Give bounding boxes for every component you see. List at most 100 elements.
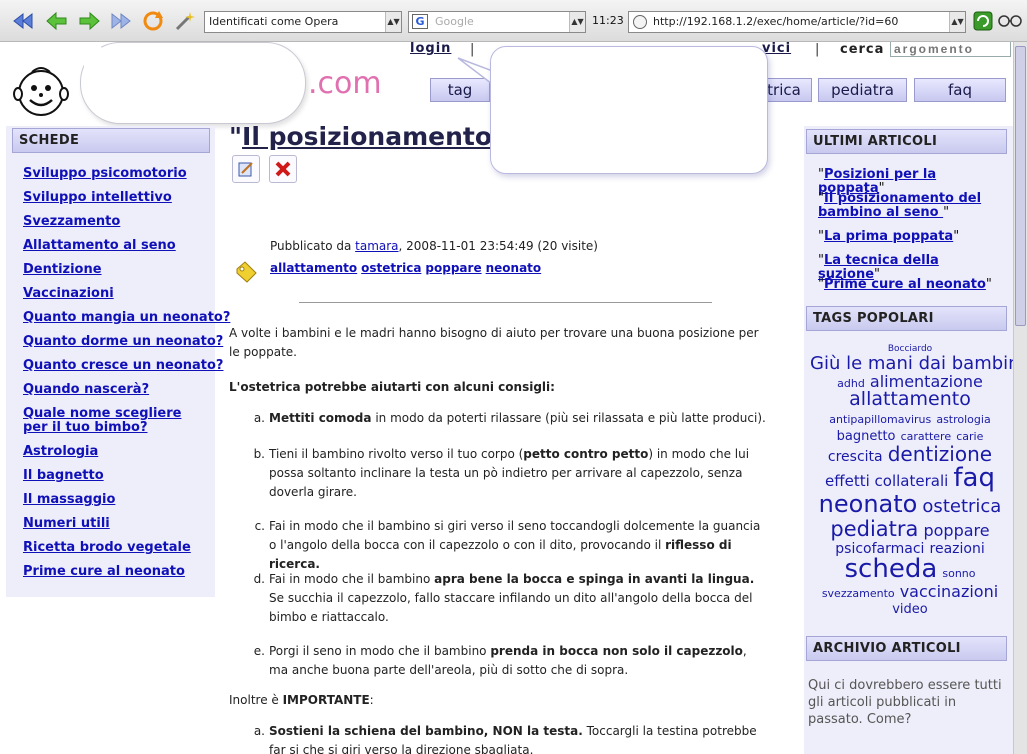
- tag-link[interactable]: poppare: [425, 261, 481, 275]
- identify-as-select[interactable]: Identificati come Opera ▲▼: [204, 11, 402, 33]
- globe-icon: [633, 15, 647, 29]
- search-input[interactable]: [890, 42, 1011, 57]
- tag-cloud-link[interactable]: effetti collaterali: [825, 472, 948, 490]
- tag-cloud-link[interactable]: pediatra: [830, 517, 918, 541]
- sidebar-item[interactable]: Quanto cresce un neonato?: [23, 359, 223, 373]
- search-engine-field[interactable]: G Google ▲▼: [408, 11, 586, 33]
- list-text: Porgi il seno in modo che il bambino pre…: [269, 642, 769, 680]
- tag-cloud-link[interactable]: poppare: [923, 521, 989, 540]
- logo-face-icon[interactable]: [10, 62, 72, 122]
- sidebar-item[interactable]: Sviluppo psicomotorio: [23, 167, 187, 181]
- sidebar-item[interactable]: Il massaggio: [23, 493, 115, 507]
- sidebar-item[interactable]: Allattamento al seno: [23, 239, 176, 253]
- tag-cloud-link[interactable]: video: [892, 602, 928, 617]
- login-link[interactable]: login: [410, 42, 451, 56]
- list-marker: c.: [254, 519, 265, 533]
- glasses-icon[interactable]: [996, 9, 1024, 33]
- list-text: Fai in modo che il bambino apra bene la …: [269, 570, 769, 627]
- rewind-icon[interactable]: [10, 9, 36, 33]
- sidebar-item[interactable]: Quanto mangia un neonato?: [23, 311, 230, 325]
- article-title: "Il posizionamento d: [229, 122, 519, 151]
- list-marker: e.: [253, 644, 265, 658]
- latest-item: "Prime cure al neonato": [818, 277, 992, 292]
- sidebar-item[interactable]: Svezzamento: [23, 215, 120, 229]
- tag-cloud-link[interactable]: bagnetto: [837, 429, 896, 444]
- list-marker: a.: [253, 411, 265, 425]
- tag-cloud-link[interactable]: scheda: [845, 554, 938, 584]
- list-plain: Fai in modo che il bambino: [269, 572, 435, 586]
- published-suffix: , 2008-11-01 23:54:49 (20 visite): [398, 239, 598, 253]
- address-url: http://192.168.1.2/exec/home/article/?id…: [653, 15, 899, 28]
- tag-cloud-link[interactable]: Giù le mani dai bambini: [810, 353, 1013, 374]
- chevron-down-icon[interactable]: ▲▼: [569, 12, 585, 32]
- edit-button[interactable]: [232, 155, 260, 183]
- sidebar-item[interactable]: Ricetta brodo vegetale: [23, 541, 191, 555]
- tag-link[interactable]: allattamento: [270, 261, 357, 275]
- tag-cloud-link[interactable]: ostetrica: [922, 496, 1001, 517]
- author-link[interactable]: tamara: [355, 239, 398, 253]
- sidebar-item[interactable]: Quando nascerà?: [23, 383, 149, 397]
- delete-icon: [275, 161, 291, 177]
- tab-label: faq: [948, 81, 972, 99]
- tag-cloud-link[interactable]: crescita: [828, 449, 883, 465]
- sidebar-item[interactable]: Astrologia: [23, 445, 98, 459]
- tag-link[interactable]: ostetrica: [361, 261, 421, 275]
- delete-button[interactable]: [269, 155, 297, 183]
- forward-icon[interactable]: [76, 9, 102, 33]
- fast-forward-icon[interactable]: [108, 9, 134, 33]
- important-suffix: :: [369, 693, 374, 707]
- latest-link[interactable]: La prima poppata: [824, 229, 953, 244]
- edit-icon: [238, 162, 253, 177]
- sidebar-item[interactable]: Quale nome scegliere per il tuo bimbo?: [23, 407, 209, 435]
- sidebar-item[interactable]: Quanto dorme un neonato?: [23, 335, 223, 349]
- list-bold: prenda in bocca non solo il capezzolo: [490, 644, 743, 658]
- tag-cloud-link[interactable]: astrologia: [936, 413, 990, 426]
- identify-as-value: Identificati come Opera: [209, 15, 339, 28]
- top-nav-partial: vici: [762, 42, 791, 56]
- scrollbar[interactable]: [1013, 42, 1027, 754]
- wand-icon[interactable]: [172, 9, 198, 33]
- services-link[interactable]: vici: [762, 42, 791, 56]
- sidebar-item[interactable]: Il bagnetto: [23, 469, 104, 483]
- tag-cloud-link[interactable]: faq: [953, 463, 995, 493]
- latest-link[interactable]: Il posizionamento del bambino al seno: [818, 191, 981, 220]
- tag-link[interactable]: neonato: [486, 261, 542, 275]
- sidebar-item[interactable]: Numeri utili: [23, 517, 110, 531]
- tag-cloud-link[interactable]: svezzamento: [822, 587, 895, 600]
- latest-link[interactable]: Prime cure al neonato: [824, 277, 986, 292]
- sidebar-item[interactable]: Dentizione: [23, 263, 102, 277]
- back-icon[interactable]: [44, 9, 70, 33]
- address-bar[interactable]: http://192.168.1.2/exec/home/article/?id…: [628, 11, 966, 33]
- sidebar-item[interactable]: Vaccinazioni: [23, 287, 114, 301]
- list-bold: apra bene la bocca e spinga in avanti la…: [434, 572, 755, 586]
- scrollbar-thumb[interactable]: [1015, 46, 1026, 326]
- divider: [299, 302, 712, 303]
- tag-cloud-link[interactable]: reazioni: [930, 541, 985, 557]
- title-quote: ": [229, 122, 243, 151]
- article-title-link[interactable]: Il posizionamento d: [242, 122, 519, 151]
- archive-title: ARCHIVIO ARTICOLI: [806, 636, 1007, 661]
- tag-cloud-link[interactable]: antipapillomavirus: [829, 413, 931, 426]
- chevron-down-icon[interactable]: ▲▼: [949, 12, 965, 32]
- list-plain: Tieni il bambino rivolto verso il tuo co…: [269, 447, 524, 461]
- right-sidebar: ULTIMI ARTICOLI "Posizioni per la poppat…: [804, 126, 1013, 754]
- tab-pediatra[interactable]: pediatra: [818, 78, 907, 102]
- tag-cloud-link[interactable]: vaccinazioni: [900, 582, 998, 601]
- advice-heading: L'ostetrica potrebbe aiutarti con alcuni…: [229, 380, 555, 394]
- tag-cloud-link[interactable]: allattamento: [849, 388, 971, 410]
- go-icon[interactable]: [970, 9, 996, 33]
- tab-label: trica: [767, 81, 801, 99]
- google-icon: G: [412, 14, 428, 29]
- tag-icon: [232, 258, 260, 286]
- chevron-down-icon[interactable]: ▲▼: [385, 12, 401, 32]
- tab-faq[interactable]: faq: [914, 78, 1006, 102]
- tag-cloud-link[interactable]: neonato: [819, 490, 918, 518]
- sidebar-item[interactable]: Prime cure al neonato: [23, 565, 185, 579]
- sidebar-item[interactable]: Sviluppo intellettivo: [23, 191, 172, 205]
- important-paragraph: Inoltre è IMPORTANTE:: [229, 691, 769, 710]
- latest-item: "La prima poppata": [818, 229, 960, 244]
- list-plain: Porgi il seno in modo che il bambino: [269, 644, 491, 658]
- reload-icon[interactable]: [140, 9, 166, 33]
- tag-cloud: Bocciardo Giù le mani dai bambini adhd a…: [810, 338, 1013, 617]
- tag-cloud-link[interactable]: sonno: [942, 567, 975, 580]
